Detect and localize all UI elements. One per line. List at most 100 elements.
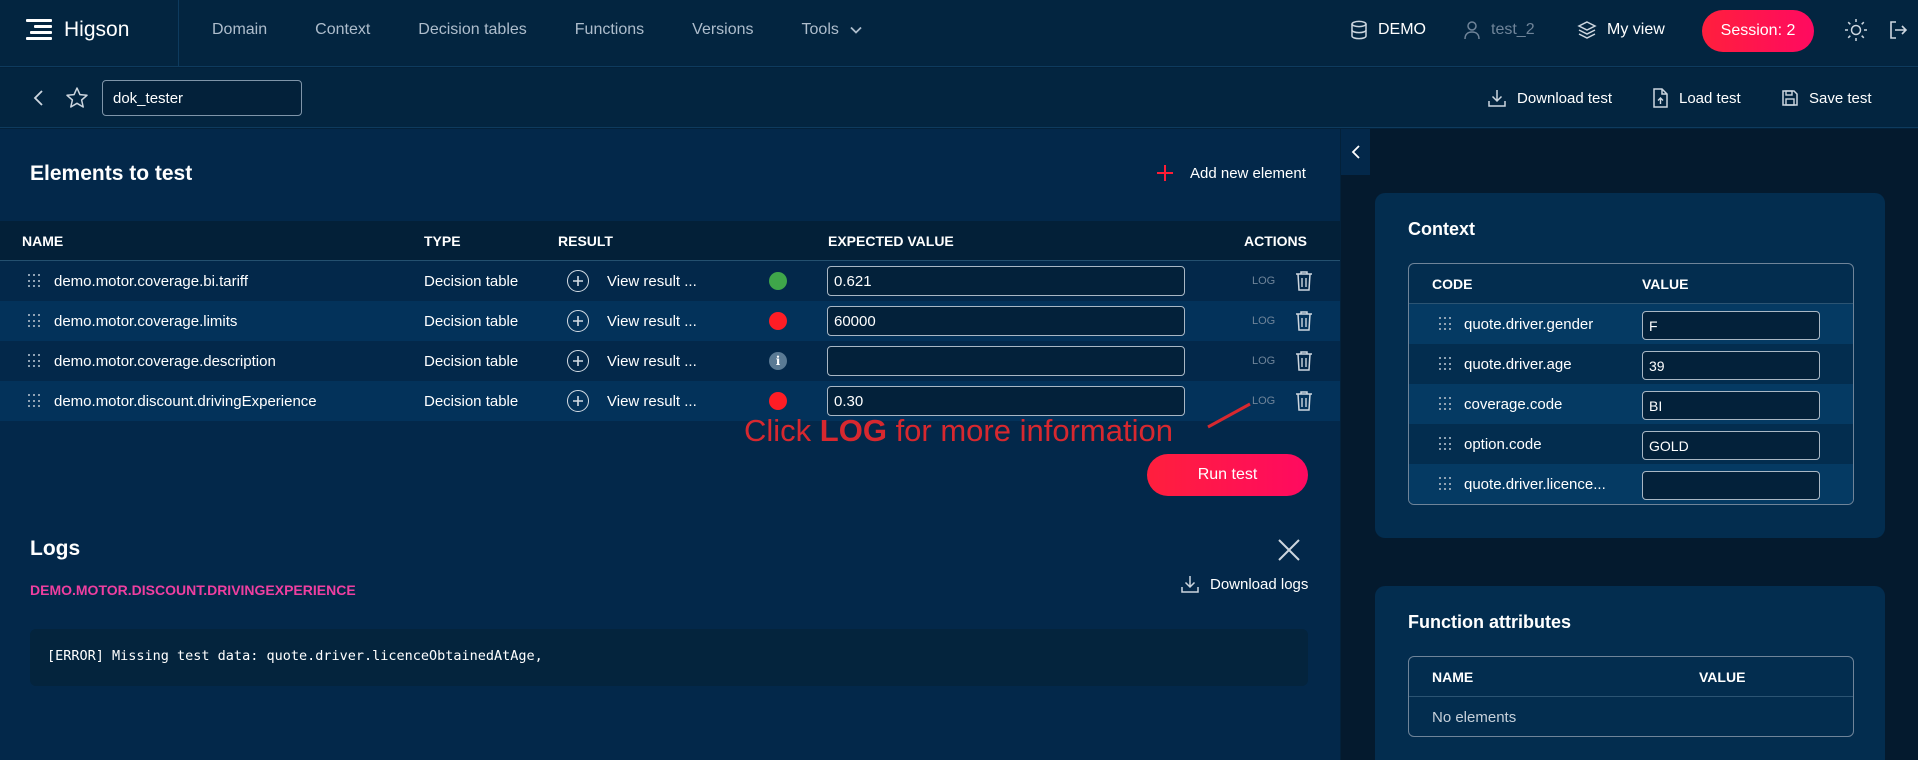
delete-button[interactable] xyxy=(1295,381,1313,421)
nav-tools[interactable]: Tools xyxy=(802,21,863,39)
delete-button[interactable] xyxy=(1295,341,1313,381)
back-button[interactable] xyxy=(28,86,50,110)
view-result-link[interactable]: View result ... xyxy=(607,301,697,341)
test-name-input[interactable] xyxy=(102,80,302,116)
expand-result-button[interactable] xyxy=(567,261,589,301)
status-info-icon[interactable]: i xyxy=(769,341,787,381)
layers-icon xyxy=(1577,21,1597,39)
log-button[interactable]: LOG xyxy=(1252,301,1275,341)
element-name: demo.motor.coverage.bi.tariff xyxy=(54,272,248,290)
download-logs-label: Download logs xyxy=(1210,575,1309,593)
close-icon xyxy=(1278,539,1300,561)
expand-result-button[interactable] xyxy=(567,381,589,421)
trash-icon xyxy=(1296,271,1312,291)
plus-circle-icon xyxy=(567,350,589,372)
drag-handle-icon[interactable] xyxy=(28,301,42,341)
expected-value-input[interactable] xyxy=(827,306,1185,336)
plus-icon xyxy=(1157,165,1173,181)
drag-handle-icon[interactable] xyxy=(1439,437,1453,451)
user-menu[interactable]: test_2 xyxy=(1463,0,1535,60)
logout-button[interactable] xyxy=(1886,18,1910,42)
column-name: NAME xyxy=(1432,669,1474,685)
empty-state: No elements xyxy=(1409,697,1853,736)
context-value-input[interactable] xyxy=(1642,311,1820,340)
close-logs-button[interactable] xyxy=(1275,536,1303,564)
download-test-button[interactable]: Download test xyxy=(1487,68,1612,128)
trash-icon xyxy=(1296,311,1312,331)
view-label: My view xyxy=(1607,21,1665,38)
element-type: Decision table xyxy=(424,312,519,330)
annotation-bold: LOG xyxy=(819,413,887,448)
user-name: test_2 xyxy=(1491,21,1535,38)
sun-icon xyxy=(1845,19,1867,41)
view-selector[interactable]: My view xyxy=(1577,0,1665,60)
context-row: quote.driver.licence... xyxy=(1409,464,1853,504)
load-test-label: Load test xyxy=(1679,89,1741,107)
nav-decision-tables[interactable]: Decision tables xyxy=(418,21,527,39)
log-button[interactable]: LOG xyxy=(1252,261,1275,301)
logo[interactable]: Higson xyxy=(26,16,129,44)
element-name: demo.motor.coverage.limits xyxy=(54,312,238,330)
function-attributes-table: NAME VALUE No elements xyxy=(1408,656,1854,737)
favorite-button[interactable] xyxy=(64,85,90,111)
drag-handle-icon[interactable] xyxy=(28,381,42,421)
drag-handle-icon[interactable] xyxy=(28,341,42,381)
column-expected-value: EXPECTED VALUE xyxy=(828,232,954,249)
log-output: [ERROR] Missing test data: quote.driver.… xyxy=(30,629,1308,686)
view-result-link[interactable]: View result ... xyxy=(607,261,697,301)
column-type: TYPE xyxy=(424,232,461,249)
load-test-button[interactable]: Load test xyxy=(1651,68,1741,128)
context-value-input[interactable] xyxy=(1642,351,1820,380)
log-element-key: DEMO.MOTOR.DISCOUNT.DRIVINGEXPERIENCE xyxy=(30,582,356,598)
function-attributes-card: Function attributes NAME VALUE No elemen… xyxy=(1375,586,1885,760)
save-test-button[interactable]: Save test xyxy=(1781,68,1872,128)
add-new-element-button[interactable]: Add new element xyxy=(1156,164,1306,182)
test-editor-panel: Elements to test Add new element NAME TY… xyxy=(0,129,1340,760)
context-code: coverage.code xyxy=(1464,396,1563,413)
nav-functions[interactable]: Functions xyxy=(575,21,644,39)
context-code: option.code xyxy=(1464,436,1542,453)
run-test-button[interactable]: Run test xyxy=(1147,454,1308,496)
view-result-link[interactable]: View result ... xyxy=(607,341,697,381)
test-toolbar: Download test Load test Save test xyxy=(0,68,1918,128)
column-value: VALUE xyxy=(1699,669,1746,685)
drag-handle-icon[interactable] xyxy=(1439,477,1453,491)
download-logs-button[interactable]: Download logs xyxy=(1180,569,1308,599)
expected-value-input[interactable] xyxy=(827,386,1185,416)
expected-value-input[interactable] xyxy=(827,266,1185,296)
view-result-link[interactable]: View result ... xyxy=(607,381,697,421)
context-value-input[interactable] xyxy=(1642,471,1820,500)
context-value-input[interactable] xyxy=(1642,391,1820,420)
annotation-text: Click LOG for more information xyxy=(744,413,1173,449)
nav-versions[interactable]: Versions xyxy=(692,21,753,39)
table-row: demo.motor.coverage.bi.tariff Decision t… xyxy=(0,261,1340,301)
expand-result-button[interactable] xyxy=(567,341,589,381)
database-icon xyxy=(1351,20,1367,40)
drag-handle-icon[interactable] xyxy=(1439,317,1453,331)
top-navigation: Higson Domain Context Decision tables Fu… xyxy=(0,0,1918,67)
drag-handle-icon[interactable] xyxy=(1439,397,1453,411)
element-name: demo.motor.coverage.description xyxy=(54,352,276,370)
environment-selector[interactable]: DEMO xyxy=(1350,0,1426,60)
element-type: Decision table xyxy=(424,272,519,290)
collapse-panel-button[interactable] xyxy=(1341,129,1370,175)
context-value-input[interactable] xyxy=(1642,431,1820,460)
table-row: demo.motor.coverage.description Decision… xyxy=(0,341,1340,381)
session-button[interactable]: Session: 2 xyxy=(1702,10,1814,52)
expected-value-input[interactable] xyxy=(827,346,1185,376)
context-code: quote.driver.age xyxy=(1464,356,1572,373)
theme-toggle[interactable] xyxy=(1843,17,1869,43)
expand-result-button[interactable] xyxy=(567,301,589,341)
download-test-label: Download test xyxy=(1517,89,1613,107)
delete-button[interactable] xyxy=(1295,261,1313,301)
drag-handle-icon[interactable] xyxy=(28,261,42,301)
chevron-left-icon xyxy=(33,90,43,106)
nav-divider xyxy=(178,0,179,67)
log-button[interactable]: LOG xyxy=(1252,341,1275,381)
nav-context[interactable]: Context xyxy=(315,21,370,39)
context-table: CODE VALUE quote.driver.gender quote.dri… xyxy=(1408,263,1854,505)
nav-domain[interactable]: Domain xyxy=(212,21,267,39)
annotation-pre: Click xyxy=(744,413,820,448)
drag-handle-icon[interactable] xyxy=(1439,357,1453,371)
delete-button[interactable] xyxy=(1295,301,1313,341)
